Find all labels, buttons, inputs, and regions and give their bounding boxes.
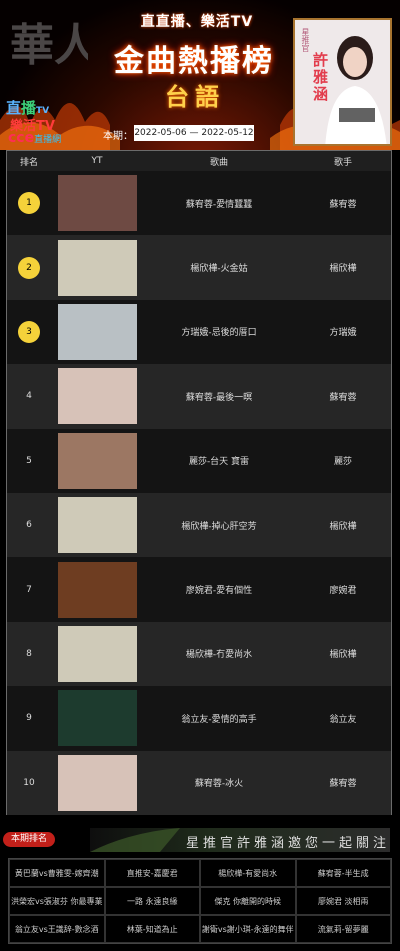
artist-name: 廖婉君: [329, 586, 357, 597]
song-title: 楊欣樺-冇愛尚水: [185, 650, 253, 661]
footer: 本期排名 星推官許雅涵邀您一起關注 黃巴蘭vs曹雅雯-嫁齊潮 直推安-嘉慶君 楊…: [0, 816, 400, 951]
song-title: 翁立友-愛情的高手: [181, 714, 257, 725]
svg-text:華人: 華人: [10, 20, 88, 71]
grid-item[interactable]: 林葉-知道為止: [104, 915, 200, 943]
table-row: 7 廖婉君-愛有個性 廖婉君: [7, 557, 391, 622]
table-row: 3 方瑞娥-忌後的厝口 方瑞娥: [7, 299, 391, 365]
artist-name: 楊欣樺: [329, 521, 357, 532]
page-title: 金曲熱播榜: [114, 44, 274, 79]
table-row: 2 楊欣樺-火金姑 楊欣樺: [7, 235, 391, 300]
song-title: 蘇宥蓉-愛情蠶蠶: [185, 199, 253, 210]
song-title: 方瑞娥-忌後的厝口: [181, 328, 257, 339]
huaren-logo: 華人: [10, 20, 88, 71]
grid-item[interactable]: 一路 永遠良緣: [104, 887, 200, 915]
video-thumbnail[interactable]: [57, 368, 137, 425]
artist-name: 蘇宥蓉: [329, 199, 357, 210]
video-thumbnail[interactable]: [57, 754, 137, 811]
period-label: 本期：: [103, 131, 133, 142]
song-title: 楊欣樺-掉心肝空芳: [181, 521, 257, 532]
song-title: 蘇宥蓉-最後一暝: [185, 392, 253, 403]
video-thumbnail[interactable]: [57, 239, 137, 296]
grid-item[interactable]: 謝衛vs謝小琪-永遠的舞伴: [200, 915, 296, 943]
song-title: 楊欣樺-火金姑: [190, 264, 248, 275]
grid-item[interactable]: 直推安-嘉慶君: [104, 859, 200, 887]
table-row: 1 蘇宥蓉-愛情蠶蠶 蘇宥蓉: [7, 171, 391, 236]
rank-number: 5: [26, 455, 32, 466]
footer-title-badge: 本期排名: [3, 832, 55, 847]
song-title: 麗莎-台天 寶雷: [188, 457, 250, 468]
more-songs-grid: 黃巴蘭vs曹雅雯-嫁齊潮 直推安-嘉慶君 楊欣樺-有愛尚水 蘇宥蓉-半生成 洪榮…: [8, 858, 392, 944]
rank-number: 4: [26, 391, 32, 402]
video-thumbnail[interactable]: [57, 690, 137, 747]
artist-name: 楊欣樺: [329, 264, 357, 275]
video-thumbnail[interactable]: [57, 497, 137, 554]
artist-name: 方瑞娥: [329, 328, 357, 339]
video-thumbnail[interactable]: [57, 432, 137, 489]
grid-item[interactable]: 蘇宥蓉-半生成: [295, 859, 391, 887]
page-subtitle: 台語: [165, 82, 225, 111]
header-yt: YT: [91, 156, 103, 166]
footer-banner: 星推官許雅涵邀您一起關注: [90, 828, 390, 852]
rank-badge: 2: [18, 256, 40, 279]
video-thumbnail[interactable]: [57, 561, 137, 618]
header-artist: 歌手: [333, 157, 352, 168]
footer-banner-text: 星推官許雅涵邀您一起關注: [186, 836, 390, 851]
video-thumbnail[interactable]: [57, 625, 137, 682]
grid-item[interactable]: 傑克 你離開的時候: [200, 887, 296, 915]
table-row: 6 楊欣樺-掉心肝空芳 楊欣樺: [7, 492, 391, 558]
table-row: 4 蘇宥蓉-最後一暝 蘇宥蓉: [7, 364, 391, 429]
table-row: 5 麗莎-台天 寶雷 麗莎: [7, 428, 391, 493]
grid-item[interactable]: 廖婉君 淡相兩: [295, 887, 391, 915]
grid-item[interactable]: 洪榮宏vs張淑芬 你最專業: [9, 887, 105, 915]
artist-name: 蘇宥蓉: [329, 779, 357, 790]
rank-number: 9: [26, 713, 32, 724]
song-title: 廖婉君-愛有個性: [185, 586, 253, 597]
artist-name: 麗莎: [333, 457, 352, 468]
video-thumbnail[interactable]: [57, 303, 137, 360]
rank-number: 8: [26, 648, 32, 659]
rank-number: 10: [23, 777, 35, 788]
promo-name: 許雅涵: [311, 52, 329, 103]
grid-item[interactable]: 翁立友vs王識辞-數念酒: [9, 915, 105, 943]
header-banner: 華人 直直播、樂活TV 金曲熱播榜 台語 直播TV 樂活TV cce直播網 本期…: [0, 0, 400, 150]
promo-tag: 星推官: [301, 28, 310, 52]
period-range: 2022-05-06 — 2022-05-12: [134, 125, 254, 141]
table-header: 排名 YT 歌曲 歌手: [7, 151, 391, 171]
header-song: 歌曲: [209, 157, 228, 168]
table-row: 9 翁立友-愛情的高手 翁立友: [7, 686, 391, 751]
song-title: 蘇宥蓉-冰火: [194, 779, 244, 790]
artist-name: 楊欣樺: [329, 650, 357, 661]
artist-name: 翁立友: [329, 714, 357, 725]
video-thumbnail[interactable]: [57, 175, 137, 232]
rank-badge: 1: [18, 192, 40, 215]
rank-number: 6: [26, 520, 32, 531]
rank-badge: 3: [18, 320, 40, 343]
artist-name: 蘇宥蓉: [329, 392, 357, 403]
table-row: 8 楊欣樺-冇愛尚水 楊欣樺: [7, 621, 391, 687]
cce-logo: cce直播網: [8, 130, 62, 146]
rank-number: 7: [26, 584, 32, 595]
promo-portrait: 星推官 許雅涵: [293, 18, 392, 146]
chart-table: 排名 YT 歌曲 歌手 1 蘇宥蓉-愛情蠶蠶 蘇宥蓉 2 楊欣樺-火金姑 楊欣樺…: [6, 150, 392, 815]
header-rank: 排名: [19, 157, 38, 168]
grid-item[interactable]: 流氣莉-留夢麗: [295, 915, 391, 943]
table-row: 10 蘇宥蓉-冰火 蘇宥蓉: [7, 750, 391, 815]
grid-item[interactable]: 楊欣樺-有愛尚水: [200, 859, 296, 887]
grid-item[interactable]: 黃巴蘭vs曹雅雯-嫁齊潮: [9, 859, 105, 887]
brand-top-text: 直直播、樂活TV: [140, 14, 254, 30]
channel-logos: 直播TV 樂活TV cce直播網: [6, 97, 66, 149]
